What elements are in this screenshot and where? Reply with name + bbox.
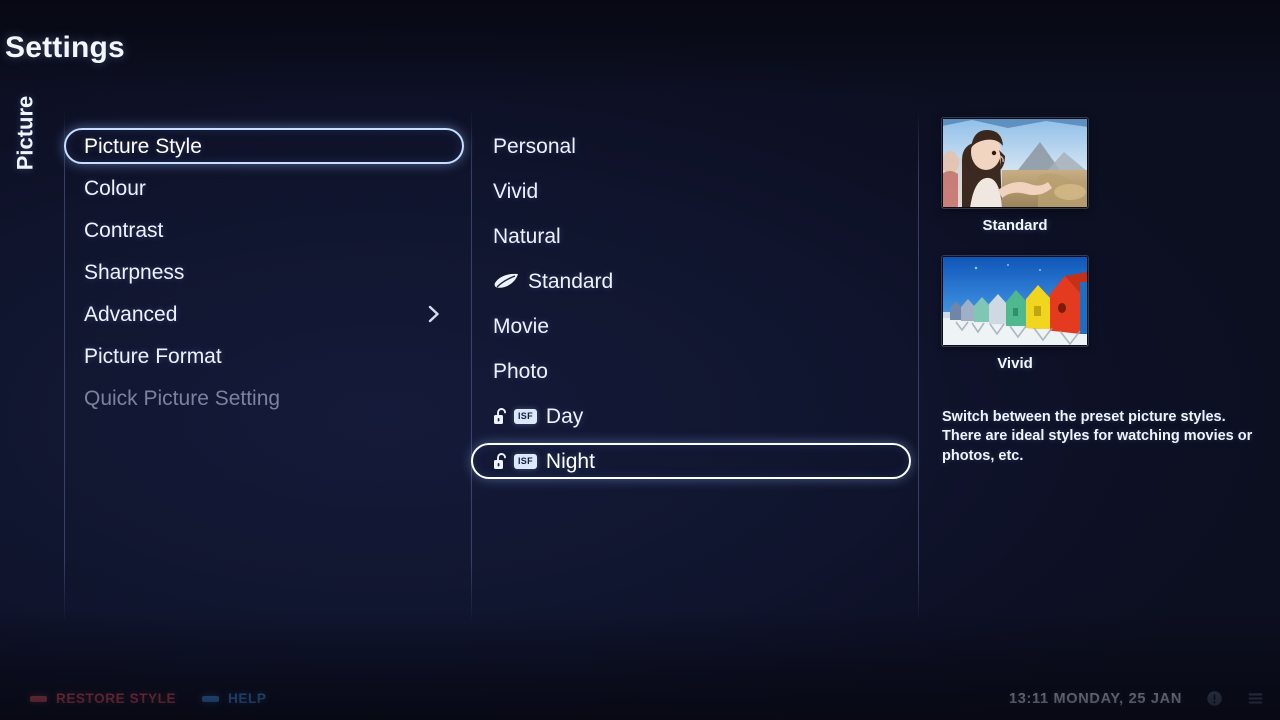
red-dash-icon	[30, 695, 47, 702]
footer-action-help[interactable]: HELP	[202, 691, 266, 706]
preview-card-standard: Standard	[942, 118, 1088, 234]
picture-style-item-vivid[interactable]: Vivid	[471, 173, 911, 209]
picture-style-list: Personal Vivid Natural Standard Movie Photo IS…	[471, 128, 911, 488]
footer-actions: RESTORE STYLE HELP	[30, 691, 266, 706]
category-label: Picture	[8, 96, 42, 230]
isf-badge: ISF	[514, 453, 537, 469]
style-item-icons: ISF	[493, 452, 537, 470]
footer-action-restore-style[interactable]: RESTORE STYLE	[30, 691, 176, 706]
thumbnail-standard	[942, 118, 1088, 208]
settings-menu-item-sharpness[interactable]: Sharpness	[64, 254, 464, 290]
preview-card-vivid: Vivid	[942, 256, 1088, 372]
settings-menu-item-label: Picture Style	[84, 134, 202, 158]
settings-menu-list: Picture Style Colour Contrast Sharpness Adva…	[64, 128, 464, 422]
settings-menu-item-label: Sharpness	[84, 260, 185, 284]
settings-menu-item-label: Picture Format	[84, 344, 222, 368]
style-item-icons	[493, 273, 519, 289]
footer-action-label: RESTORE STYLE	[56, 691, 177, 706]
blue-dash-icon	[202, 695, 220, 702]
thumbnail-vivid	[942, 256, 1088, 346]
picture-style-item-night[interactable]: ISF Night	[471, 443, 911, 479]
menu-lines-icon[interactable]	[1247, 690, 1264, 707]
thumbnail-caption: Standard	[982, 217, 1048, 234]
page-title: Settings	[5, 31, 125, 64]
isf-badge: ISF	[514, 408, 537, 424]
leaf-icon	[493, 273, 519, 289]
tv-settings-screen: Settings Picture Picture Style Colour Cont…	[0, 0, 1280, 720]
settings-menu-item-picture-style[interactable]: Picture Style	[64, 128, 464, 164]
settings-menu-item-label: Advanced	[84, 302, 178, 326]
picture-style-item-photo[interactable]: Photo	[471, 353, 911, 389]
unlock-icon	[493, 452, 508, 470]
style-item-icons: ISF	[493, 407, 537, 425]
picture-style-item-personal[interactable]: Personal	[471, 128, 911, 164]
footer-bar: RESTORE STYLE HELP 13:11 MONDAY, 25 JAN	[0, 674, 1280, 720]
picture-style-item-natural[interactable]: Natural	[471, 218, 911, 254]
settings-menu-item-contrast[interactable]: Contrast	[64, 212, 464, 248]
picture-style-item-movie[interactable]: Movie	[471, 308, 911, 344]
picture-style-item-label: Natural	[493, 224, 561, 248]
settings-menu-item-label: Contrast	[84, 218, 164, 242]
category-label-text: Picture	[12, 95, 37, 171]
settings-menu-item-colour[interactable]: Colour	[64, 170, 464, 206]
settings-menu-item-advanced[interactable]: Advanced	[64, 296, 464, 332]
clock: 13:11 MONDAY, 25 JAN	[1008, 690, 1182, 707]
preview-panel: Standard Vivid Switch between the preset…	[918, 112, 1280, 620]
settings-menu-item-picture-format[interactable]: Picture Format	[64, 338, 464, 374]
picture-style-item-label: Personal	[493, 134, 576, 158]
preview-description: Switch between the preset picture styles…	[942, 409, 1253, 464]
settings-menu-item-quick-picture-setting: Quick Picture Setting	[64, 380, 464, 416]
picture-style-item-standard[interactable]: Standard	[471, 263, 911, 299]
settings-menu-item-label: Colour	[84, 176, 146, 200]
footer-action-label: HELP	[228, 691, 267, 706]
settings-menu-item-label: Quick Picture Setting	[84, 386, 281, 410]
picture-style-item-label: Day	[545, 404, 584, 428]
picture-style-item-day[interactable]: ISF Day	[471, 398, 911, 434]
picture-style-item-label: Photo	[493, 359, 548, 383]
unlock-icon	[493, 407, 508, 425]
picture-style-item-label: Vivid	[493, 179, 539, 203]
info-circle-icon[interactable]	[1206, 690, 1223, 707]
picture-style-item-label: Standard	[528, 269, 614, 293]
picture-style-item-label: Movie	[493, 314, 550, 338]
footer-status: 13:11 MONDAY, 25 JAN	[1009, 690, 1264, 707]
picture-style-item-label: Night	[545, 449, 595, 473]
thumbnail-caption: Vivid	[997, 355, 1033, 372]
